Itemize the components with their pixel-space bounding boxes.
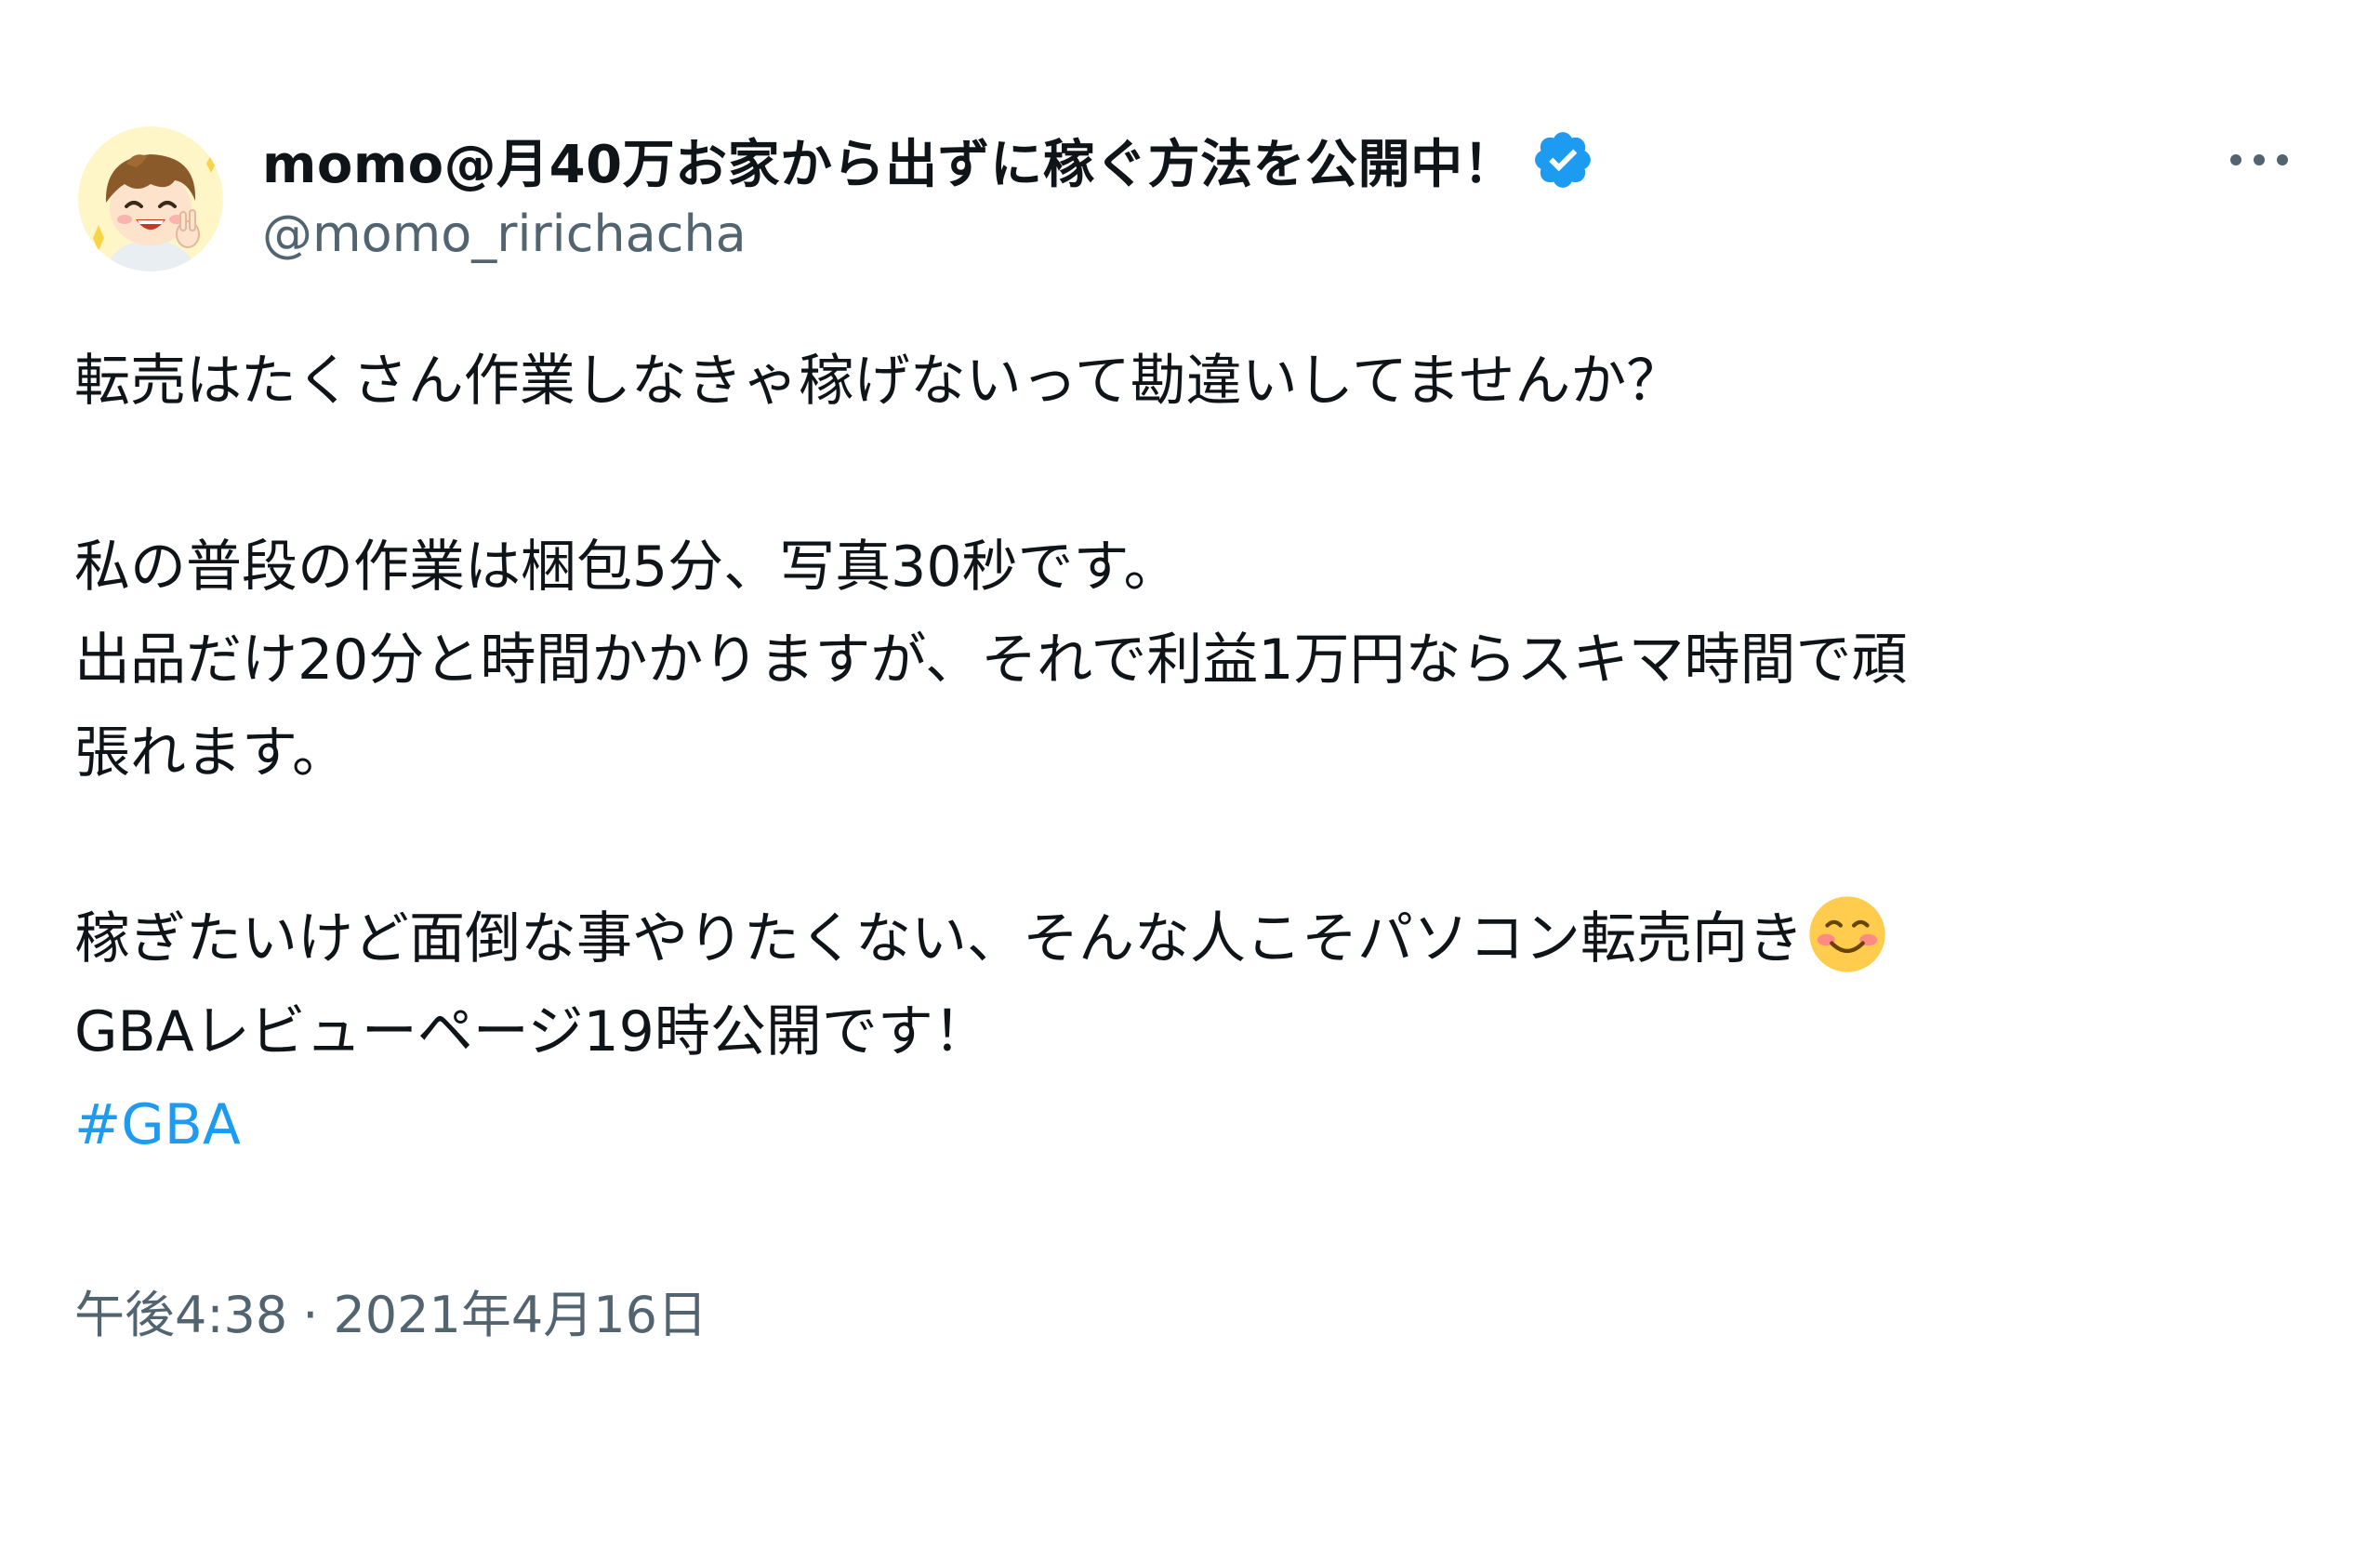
tweet-text: 転売はたくさん作業しなきゃ稼げないって勘違いしてませんか？ 私の普段の作業は梱包… (74, 335, 2306, 1171)
tweet-date: 2021年4月16日 (333, 1286, 707, 1344)
tweet-text-line: 張れます。 (74, 720, 348, 786)
tweet-text-line: 出品だけ20分と時間かかりますが、それで利益1万円ならスキマ時間で頑 (74, 628, 1908, 693)
display-name-row: momo@月40万お家から出ずに稼ぐ方法を公開中！ (262, 123, 2168, 197)
more-options-button[interactable] (2213, 130, 2306, 190)
tweet-timestamp[interactable]: 午後4:38 · 2021年4月16日 (74, 1274, 707, 1347)
hashtag-line: #GBA (74, 1078, 2306, 1171)
tweet-time: 午後4:38 (74, 1286, 288, 1344)
author-display-name[interactable]: momo@月40万お家から出ずに稼ぐ方法を公開中！ (262, 123, 1515, 198)
tweet-card: momo@月40万お家から出ずに稼ぐ方法を公開中！ @momo_ririchac… (0, 0, 2380, 1546)
more-horizontal-icon (2230, 154, 2288, 165)
tweet-text-line: GBAレビューページ19時公開です！ (74, 999, 989, 1064)
tweet-text-line: 私の普段の作業は梱包5分、写真30秒です。 (74, 535, 1180, 600)
author-avatar[interactable] (78, 126, 223, 271)
timestamp-separator: · (302, 1286, 319, 1344)
tweet-text-segment: 稼ぎたいけど面倒な事やりたくない、そんな人こそパソコン転売向き (74, 906, 1804, 971)
verified-badge-icon[interactable] (1530, 127, 1595, 192)
tweet-header: momo@月40万お家から出ずに稼ぐ方法を公開中！ @momo_ririchac… (262, 123, 2168, 263)
avatar-cartoon-boy-icon (78, 126, 223, 271)
hashtag-link[interactable]: #GBA (74, 1092, 241, 1157)
smiling-face-emoji (1809, 896, 1885, 972)
tweet-text-line: 転売はたくさん作業しなきゃ稼げないって勘違いしてませんか？ (74, 349, 1683, 414)
tweet-text-line-with-emoji: 稼ぎたいけど面倒な事やりたくない、そんな人こそパソコン転売向き (74, 892, 2306, 985)
author-handle[interactable]: @momo_ririchacha (262, 205, 2168, 263)
